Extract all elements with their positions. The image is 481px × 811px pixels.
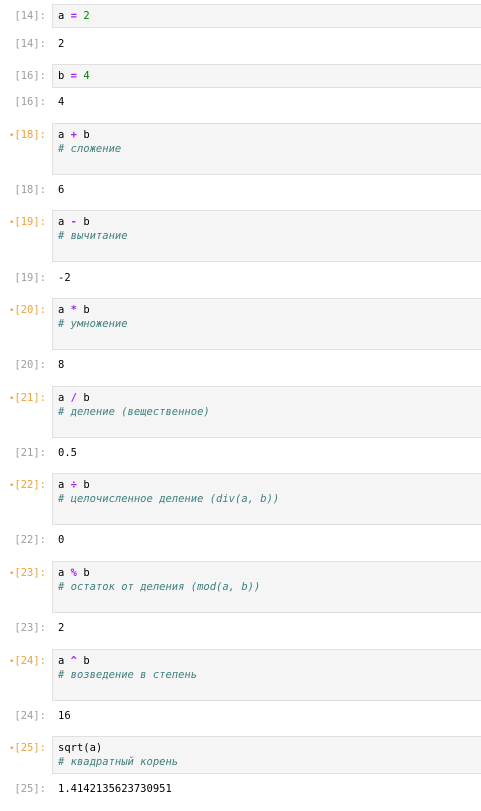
cell-output: 8: [58, 359, 65, 371]
input-prompt-label: [23]:: [14, 567, 46, 579]
code-operand: b: [83, 304, 90, 316]
code-line: a / b: [58, 391, 90, 405]
code-operand: 2: [83, 10, 90, 22]
cell-output: 0.5: [58, 447, 77, 459]
code-operand: b: [58, 70, 65, 82]
code-cell-input[interactable]: a % b # остаток от деления (mod(a, b)): [52, 561, 481, 613]
code-cell-input[interactable]: a * b # умножение: [52, 298, 481, 350]
code-operand: a: [58, 216, 65, 228]
code-line: sqrt(a): [58, 741, 102, 755]
code-comment: # возведение в степень: [58, 669, 198, 681]
input-prompt-label: [18]:: [14, 129, 46, 141]
output-prompt: [24]:: [14, 710, 46, 722]
input-prompt-label: [22]:: [14, 479, 46, 491]
code-comment: # остаток от деления (mod(a, b)): [58, 581, 261, 593]
input-prompt-label: [24]:: [14, 655, 46, 667]
cell-output: 2: [58, 622, 65, 634]
output-prompt: [18]:: [14, 184, 46, 196]
code-operand: sqrt(a): [58, 742, 103, 754]
code-cell-input[interactable]: a ^ b # возведение в степень: [52, 649, 481, 701]
input-prompt-label: [16]:: [14, 70, 46, 82]
code-operator: ^: [70, 655, 77, 667]
code-cell-input[interactable]: sqrt(a) # квадратный корень: [52, 736, 481, 774]
cell-output: 16: [58, 710, 71, 722]
code-cell-input[interactable]: a / b # деление (вещественное): [52, 386, 481, 438]
output-prompt: [20]:: [14, 359, 46, 371]
code-cell-input[interactable]: a ÷ b # целочисленное деление (div(a, b)): [52, 473, 481, 525]
cell-output: 2: [58, 38, 65, 50]
code-line: a - b: [58, 215, 90, 229]
code-line: a ÷ b: [58, 478, 90, 492]
cell-output: 1.4142135623730951: [58, 783, 172, 795]
input-prompt: [14]:: [0, 9, 46, 23]
code-cell-input[interactable]: a - b # вычитание: [52, 210, 481, 262]
cell-output: -2: [58, 272, 71, 284]
input-prompt-label: [20]:: [14, 304, 46, 316]
cell-output: 6: [58, 184, 65, 196]
code-comment: # вычитание: [58, 230, 128, 242]
output-prompt: [16]:: [14, 96, 46, 108]
code-line: a % b: [58, 566, 90, 580]
code-operand: a: [58, 567, 65, 579]
input-prompt: •[20]:: [0, 303, 46, 318]
output-prompt: [25]:: [14, 783, 46, 795]
code-operand: b: [83, 392, 90, 404]
input-prompt: •[19]:: [0, 215, 46, 230]
input-prompt: •[25]:: [0, 741, 46, 756]
code-operand: b: [83, 479, 90, 491]
output-prompt: [23]:: [14, 622, 46, 634]
code-operator: ÷: [70, 479, 77, 491]
code-operator: -: [70, 216, 77, 228]
input-prompt-label: [25]:: [14, 742, 46, 754]
code-comment: # целочисленное деление (div(a, b)): [58, 493, 280, 505]
code-comment: # умножение: [58, 318, 128, 330]
code-operator: /: [70, 392, 77, 404]
input-prompt: [16]:: [0, 69, 46, 83]
code-operator: =: [70, 70, 77, 82]
code-operator: %: [70, 567, 77, 579]
code-cell-input[interactable]: a + b # сложение: [52, 123, 481, 175]
code-operand: a: [58, 392, 65, 404]
code-operator: +: [70, 129, 77, 141]
input-prompt-label: [19]:: [14, 216, 46, 228]
code-operand: a: [58, 304, 65, 316]
code-line: a = 2: [58, 9, 90, 23]
code-cell-input[interactable]: b = 4: [52, 64, 481, 88]
output-prompt: [19]:: [14, 272, 46, 284]
code-operand: b: [83, 567, 90, 579]
code-operand: 4: [83, 70, 90, 82]
code-operand: b: [83, 655, 90, 667]
code-operand: a: [58, 655, 65, 667]
code-comment: # сложение: [58, 143, 122, 155]
input-prompt: •[18]:: [0, 128, 46, 143]
cell-output: 4: [58, 96, 65, 108]
code-line: a * b: [58, 303, 90, 317]
input-prompt-label: [14]:: [14, 10, 46, 22]
input-prompt: •[22]:: [0, 478, 46, 493]
code-line: a + b: [58, 128, 90, 142]
code-cell-input[interactable]: a = 2: [52, 4, 481, 28]
code-operator: *: [70, 304, 77, 316]
code-operand: a: [58, 10, 65, 22]
output-prompt: [14]:: [14, 38, 46, 50]
input-prompt: •[21]:: [0, 391, 46, 406]
output-prompt: [22]:: [14, 534, 46, 546]
code-line: a ^ b: [58, 654, 90, 668]
cell-output: 0: [58, 534, 65, 546]
code-line: b = 4: [58, 69, 90, 83]
code-operator: =: [70, 10, 77, 22]
input-prompt-label: [21]:: [14, 392, 46, 404]
code-operand: b: [83, 216, 90, 228]
input-prompt: •[24]:: [0, 654, 46, 669]
code-operand: a: [58, 129, 65, 141]
input-prompt: •[23]:: [0, 566, 46, 581]
output-prompt: [21]:: [14, 447, 46, 459]
code-comment: # деление (вещественное): [58, 406, 210, 418]
code-comment: # квадратный корень: [58, 756, 179, 768]
code-operand: a: [58, 479, 65, 491]
code-operand: b: [83, 129, 90, 141]
